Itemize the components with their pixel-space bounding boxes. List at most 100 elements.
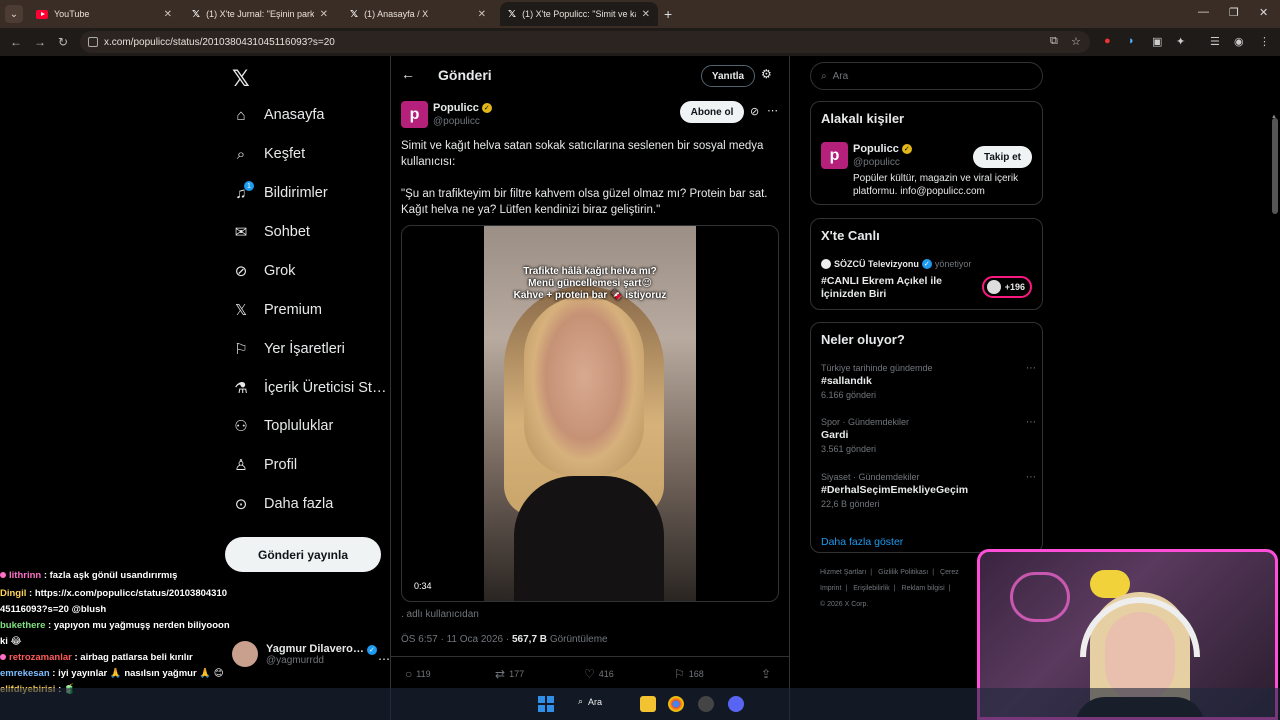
restore-button[interactable]: ❐ (1229, 6, 1239, 19)
related-handle[interactable]: @populicc (853, 157, 900, 168)
reply-button[interactable]: Yanıtla (701, 65, 755, 87)
live-card: X'te Canlı SÖZCÜ Televizyonu ✓ yönetiyor… (810, 218, 1043, 310)
nav-profile[interactable]: ♙ Profil (232, 456, 297, 474)
window-close-button[interactable]: ✕ (1259, 6, 1268, 19)
show-more-link[interactable]: Daha fazla göster (821, 536, 903, 548)
browser-tab-jurnal[interactable]: 𝕏 (1) X'te Jurnal: "Eşinin park etm… ✕ (184, 2, 336, 26)
url-input[interactable]: x.com/populicc/status/201038043104511609… (80, 31, 1090, 53)
close-icon[interactable]: ✕ (164, 9, 172, 20)
bookmark-icon: ⚐ (234, 341, 248, 358)
taskbar-search[interactable]: ⌕ Ara (578, 696, 602, 707)
x-logo-icon[interactable]: 𝕏 (232, 66, 250, 92)
repost-action[interactable]: ⇄ 177 (495, 667, 524, 681)
nav-communities[interactable]: ⚇ Topluluklar (232, 417, 333, 435)
chrome-icon[interactable] (668, 696, 684, 712)
trend-item[interactable]: Siyaset · Gündemdekiler #DerhalSeçimEmek… (821, 472, 1036, 509)
bookmark-action[interactable]: ⚐ 168 (674, 667, 704, 681)
reply-action[interactable]: ○ 119 (405, 667, 431, 681)
tab-search-button[interactable]: ⌄ (0, 0, 28, 28)
footer-link[interactable]: Erişilebilirlik (853, 585, 890, 592)
nav-creator-studio[interactable]: ⚗ İçerik Üreticisi St… (232, 379, 386, 397)
windows-start-icon[interactable] (538, 696, 554, 712)
subscribe-button[interactable]: Abone ol (680, 101, 744, 123)
minimize-button[interactable]: — (1198, 6, 1209, 18)
extension-icon[interactable]: ● (1104, 35, 1111, 47)
author-name[interactable]: Populicc (433, 102, 479, 114)
site-info-icon[interactable] (88, 37, 98, 47)
nav-more[interactable]: ⊙ Daha fazla (232, 495, 334, 513)
reading-list-icon[interactable]: ☰ (1210, 35, 1220, 48)
back-icon[interactable]: ← (10, 35, 22, 49)
star-icon[interactable]: ☆ (1071, 35, 1081, 48)
obs-icon[interactable] (698, 696, 714, 712)
divider (391, 656, 789, 657)
author-avatar[interactable]: p (401, 101, 428, 128)
browser-tab-populicc[interactable]: 𝕏 (1) X'te Populicc: "Simit ve kağıt… ✕ (500, 2, 658, 26)
search-icon: ⌕ (821, 70, 827, 82)
nav-notifications[interactable]: ♫ 1 Bildirimler (232, 181, 328, 202)
browser-menu-icon[interactable]: ⋮ (1259, 35, 1270, 48)
file-explorer-icon[interactable] (640, 696, 656, 712)
home-icon: ⌂ (236, 106, 246, 124)
new-tab-button[interactable]: + (664, 6, 672, 22)
share-action[interactable]: ⇪ (761, 667, 771, 681)
footer-link[interactable]: Gizlilik Politikası (878, 569, 928, 576)
related-name[interactable]: Populicc (853, 143, 899, 155)
nav-home[interactable]: ⌂ Anasayfa (232, 106, 324, 124)
more-icon[interactable]: ⋯ (1026, 417, 1036, 428)
trend-item[interactable]: Spor · Gündemdekiler Gardi 3.561 gönderi… (821, 417, 1036, 454)
chat-message: emrekesan : iyi yayınlar 🙏 nasılsın yağm… (0, 668, 224, 679)
nav-messages[interactable]: ✉ Sohbet (232, 223, 310, 241)
extension-icon[interactable]: ◗ (1128, 35, 1135, 47)
live-title[interactable]: #CANLI Ekrem Açıkel ile İçinizden Biri (821, 275, 971, 301)
follow-button[interactable]: Takip et (973, 146, 1032, 168)
close-icon[interactable]: ✕ (320, 9, 328, 20)
search-input[interactable]: ⌕ Ara (810, 62, 1043, 90)
nav-grok[interactable]: ⊘ Grok (232, 262, 296, 280)
avatar (232, 641, 258, 667)
scrollbar[interactable] (1272, 118, 1278, 214)
forward-icon[interactable]: → (34, 35, 46, 49)
profile-avatar-icon[interactable]: ◉ (1234, 35, 1244, 48)
extension-icon[interactable]: ▣ (1152, 35, 1162, 48)
post-text: Simit ve kağıt helva satan sokak satıcıl… (401, 140, 768, 216)
account-name: Yagmur Dilavero… (266, 642, 364, 655)
close-icon[interactable]: ✕ (642, 9, 650, 20)
browser-tab-anasayfa[interactable]: 𝕏 (1) Anasayfa / X ✕ (342, 2, 494, 26)
video-frame[interactable]: Trafikte hâlâ kağıt helva mı? Menü günce… (484, 226, 696, 601)
related-bio: Popüler kültür, magazin ve viral içerik … (853, 173, 1019, 197)
more-icon[interactable]: ⋯ (767, 104, 778, 117)
browser-tab-youtube[interactable]: YouTube ✕ (28, 2, 180, 26)
browser-address-bar: ← → ↻ x.com/populicc/status/201038043104… (0, 28, 1280, 56)
settings-sliders-icon[interactable]: ⚙ (761, 67, 772, 81)
live-host[interactable]: SÖZCÜ Televizyonu ✓ yönetiyor (821, 259, 971, 269)
footer-link[interactable]: Hizmet Şartları (820, 569, 866, 576)
nav-premium[interactable]: 𝕏 Premium (232, 301, 322, 319)
back-arrow-icon[interactable]: ← (401, 66, 415, 82)
reload-icon[interactable]: ↻ (58, 35, 68, 49)
live-listeners[interactable]: +196 (982, 276, 1032, 298)
install-icon[interactable]: ⧉ (1050, 35, 1058, 48)
footer-link[interactable]: Çerez (940, 569, 959, 576)
more-icon[interactable]: ⋯ (1026, 363, 1036, 374)
nav-bookmarks[interactable]: ⚐ Yer İşaretleri (232, 340, 345, 358)
avatar[interactable]: p (821, 142, 848, 169)
bell-icon: ♫ 1 (232, 181, 254, 202)
post-meta: ÖS 6:57 · 11 Oca 2026 · 567,7 B Görüntül… (401, 634, 608, 645)
more-icon[interactable]: ⋯ (1026, 472, 1036, 483)
nav-explore[interactable]: ⌕ Keşfet (232, 145, 305, 163)
more-icon[interactable]: ⋯ (378, 652, 390, 666)
footer-link[interactable]: Reklam bilgisi (902, 585, 945, 592)
post-time[interactable]: ÖS 6:57 · 11 Oca 2026 · (401, 634, 509, 645)
trend-item[interactable]: Türkiye tarihinde gündemde #sallandık 6.… (821, 363, 1036, 400)
author-handle[interactable]: @populicc (433, 116, 480, 127)
discord-icon[interactable] (728, 696, 744, 712)
grok-icon[interactable]: ⊘ (750, 105, 759, 118)
account-switcher[interactable]: Yagmur Dilavero… ✓ @yagmurrdd (232, 641, 377, 667)
footer-link[interactable]: Imprint (820, 585, 841, 592)
video-player[interactable]: Trafikte hâlâ kağıt helva mı? Menü günce… (401, 225, 779, 602)
like-action[interactable]: ♡ 416 (584, 667, 614, 681)
extensions-puzzle-icon[interactable]: ✦ (1176, 35, 1185, 48)
close-icon[interactable]: ✕ (478, 9, 486, 20)
post-button[interactable]: Gönderi yayınla (225, 537, 381, 572)
